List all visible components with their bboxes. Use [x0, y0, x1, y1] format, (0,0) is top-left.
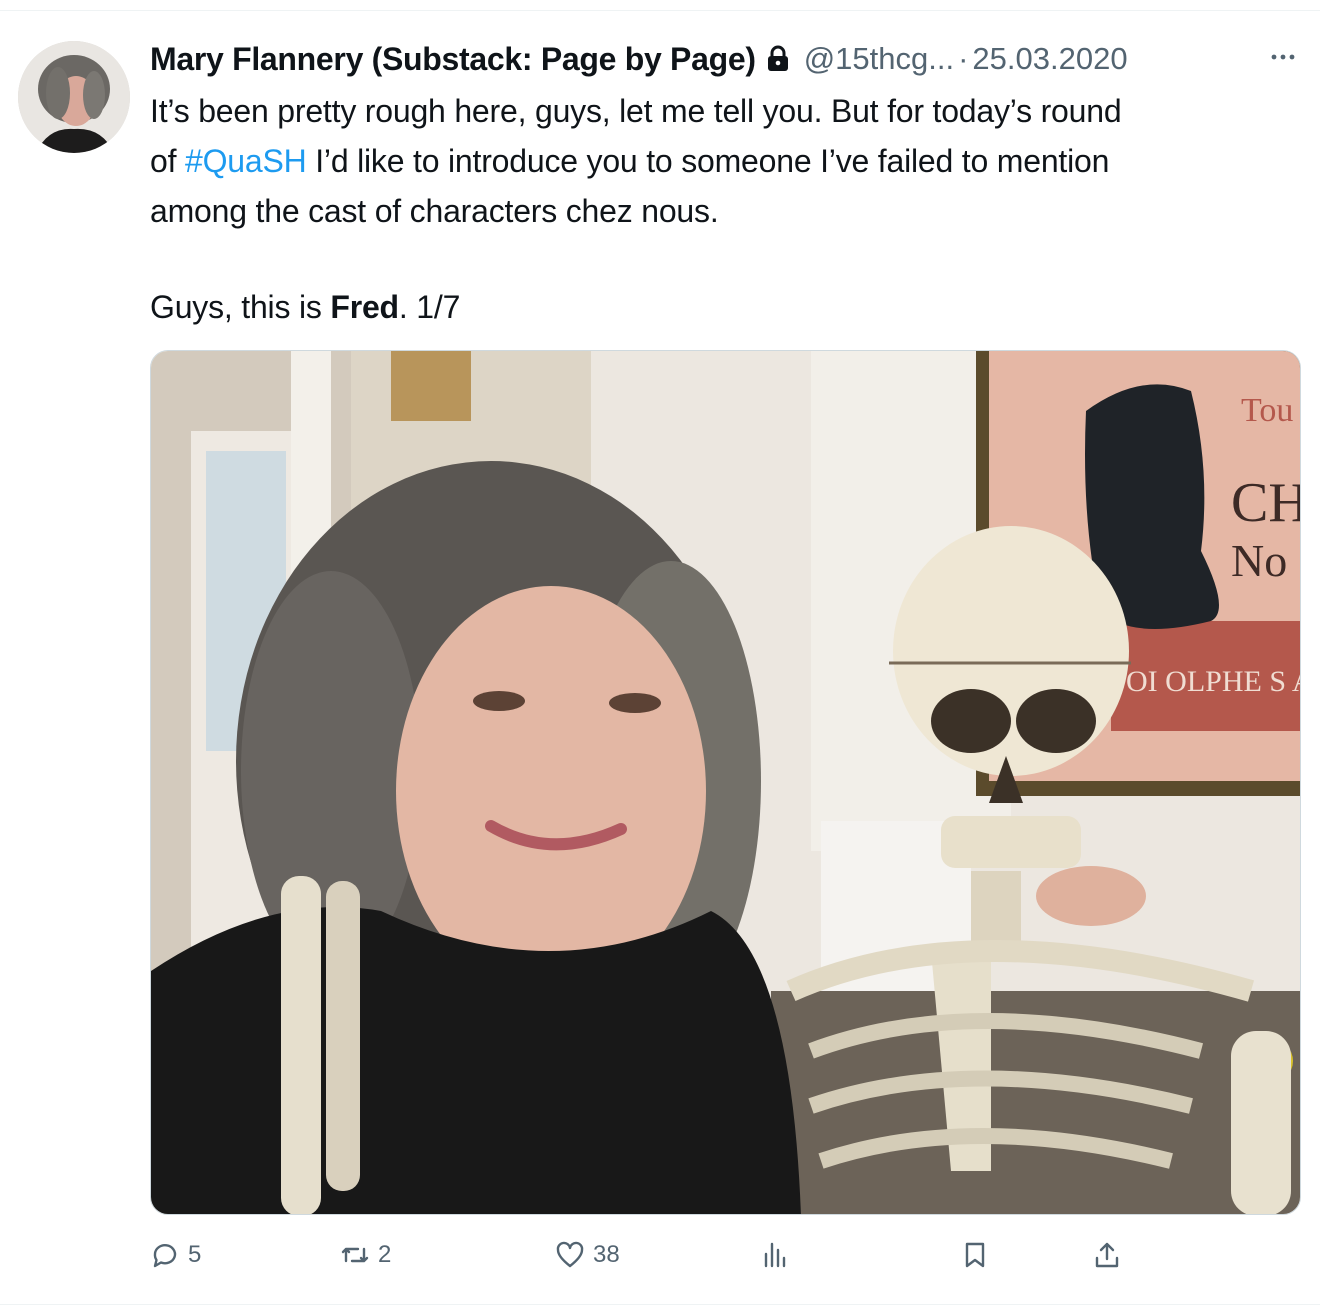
- tweet-text-line: among the cast of characters chez nous.: [150, 193, 719, 229]
- author-handle[interactable]: @15thcg...: [804, 41, 954, 77]
- tweet-action-bar: 5 2 38: [150, 1230, 1300, 1280]
- poster-text: OI OLPHE S A: [1126, 665, 1301, 698]
- hashtag-link[interactable]: #QuaSH: [185, 143, 307, 179]
- views-icon: [764, 1242, 786, 1268]
- tweet-text-line: of #QuaSH I’d like to introduce you to s…: [150, 136, 1300, 186]
- heart-icon: [556, 1241, 584, 1268]
- tweet-text: It’s been pretty rough here, guys, let m…: [150, 86, 1300, 332]
- poster-text: CH: [1231, 472, 1301, 534]
- like-button[interactable]: 38: [555, 1230, 620, 1280]
- text-fragment: . 1/7: [398, 289, 461, 325]
- reply-icon: [153, 1244, 177, 1268]
- lock-icon: [766, 45, 790, 73]
- retweet-icon: [341, 1247, 369, 1263]
- text-fragment: of: [150, 143, 185, 179]
- share-button[interactable]: [1092, 1230, 1122, 1280]
- avatar[interactable]: [18, 41, 130, 153]
- retweet-count: 2: [378, 1241, 392, 1268]
- tweet-header: Mary Flannery (Substack: Page by Page) @…: [150, 36, 1310, 82]
- more-icon[interactable]: [1268, 42, 1298, 72]
- poster-text: Tou: [1241, 392, 1293, 429]
- tweet-date[interactable]: 25.03.2020: [972, 41, 1127, 77]
- text-fragment: I’d like to introduce you to someone I’v…: [306, 143, 1110, 179]
- views-button[interactable]: [760, 1230, 790, 1280]
- separator-dot: ·: [958, 41, 969, 76]
- share-icon: [1095, 1242, 1119, 1268]
- bottom-divider: [0, 1304, 1320, 1305]
- top-divider: [0, 10, 1320, 11]
- bookmark-button[interactable]: [960, 1230, 990, 1280]
- retweet-button[interactable]: 2: [340, 1230, 391, 1280]
- reply-button[interactable]: 5: [150, 1230, 201, 1280]
- tweet-photo[interactable]: Tou CH No OI OLPHE S A: [150, 350, 1301, 1215]
- tweet-text-line: It’s been pretty rough here, guys, let m…: [150, 93, 1122, 129]
- like-count: 38: [593, 1241, 620, 1268]
- tweet-text-line: Guys, this is Fred. 1/7: [150, 282, 1300, 332]
- text-bold: Fred: [330, 289, 399, 325]
- author-name[interactable]: Mary Flannery (Substack: Page by Page): [150, 41, 756, 78]
- text-fragment: Guys, this is: [150, 289, 331, 325]
- reply-count: 5: [188, 1241, 202, 1268]
- bookmark-icon: [965, 1242, 985, 1268]
- poster-text: No: [1231, 535, 1287, 586]
